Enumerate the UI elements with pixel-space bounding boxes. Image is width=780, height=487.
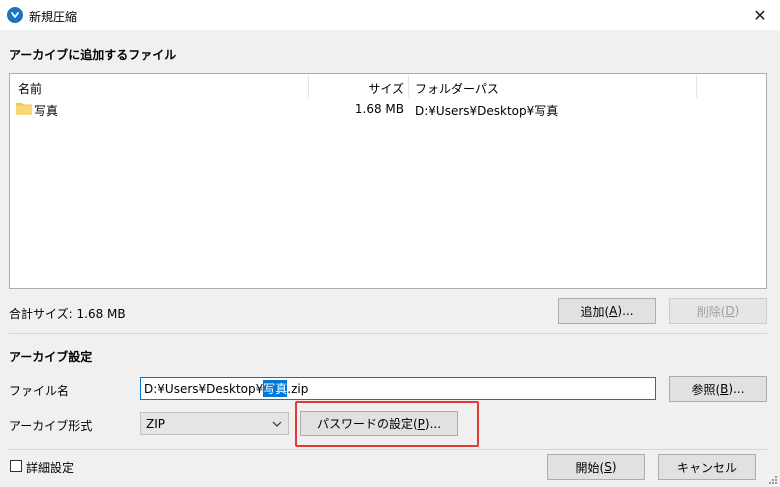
close-button[interactable]: ✕	[740, 0, 780, 30]
delete-button[interactable]: 削除(D)	[669, 298, 767, 324]
chevron-down-icon	[272, 421, 282, 427]
column-separator[interactable]	[408, 76, 409, 98]
folder-icon	[16, 103, 32, 115]
files-section-heading: アーカイブに追加するファイル	[9, 48, 177, 62]
filename-selection: 写真	[263, 380, 288, 397]
app-logo-icon	[7, 7, 23, 23]
annotation-highlight	[295, 401, 479, 447]
divider	[9, 333, 767, 334]
add-button[interactable]: 追加(A)...	[558, 298, 656, 324]
column-separator[interactable]	[696, 76, 697, 98]
archive-format-select[interactable]: ZIP	[140, 412, 289, 435]
filename-label: ファイル名	[9, 384, 70, 398]
file-list[interactable]: 名前 サイズ フォルダーパス 写真 1.68 MB D:¥Users¥Deskt…	[9, 73, 767, 289]
start-button[interactable]: 開始(S)	[547, 454, 645, 480]
advanced-settings-checkbox[interactable]	[10, 460, 22, 472]
archive-format-label: アーカイブ形式	[9, 419, 93, 433]
archive-settings-heading: アーカイブ設定	[9, 350, 93, 364]
divider	[9, 449, 767, 450]
column-header-name[interactable]: 名前	[18, 80, 42, 96]
total-size-label: 合計サイズ: 1.68 MB	[9, 307, 126, 321]
window-title: 新規圧縮	[29, 10, 78, 24]
close-icon: ✕	[753, 5, 767, 25]
column-separator[interactable]	[308, 76, 309, 98]
filename-input[interactable]: D:¥Users¥Desktop¥ 写真 .zip	[140, 377, 656, 400]
column-header-path[interactable]: フォルダーパス	[415, 80, 499, 96]
title-bar: 新規圧縮 ✕	[0, 0, 780, 30]
browse-button[interactable]: 参照(B)...	[669, 376, 767, 402]
file-path-cell: D:¥Users¥Desktop¥写真	[415, 104, 559, 118]
cancel-button[interactable]: キャンセル	[658, 454, 756, 480]
file-size-cell: 1.68 MB	[354, 102, 404, 116]
advanced-settings-label[interactable]: 詳細設定	[26, 459, 74, 476]
resize-grip-icon[interactable]	[768, 475, 778, 485]
file-name-cell: 写真	[34, 104, 59, 118]
column-header-size[interactable]: サイズ	[366, 80, 404, 96]
